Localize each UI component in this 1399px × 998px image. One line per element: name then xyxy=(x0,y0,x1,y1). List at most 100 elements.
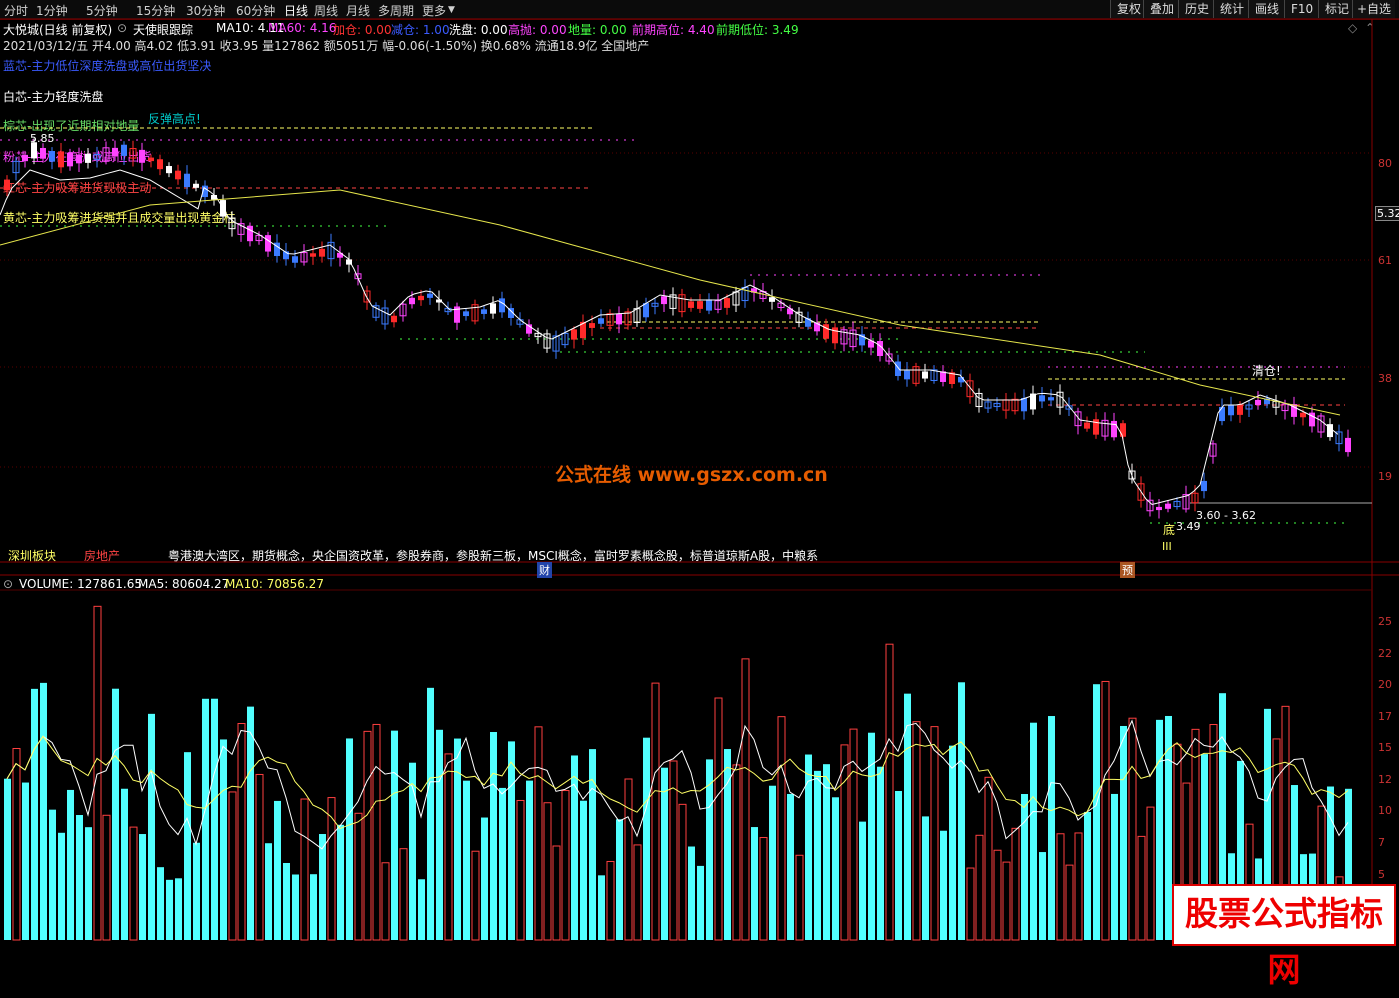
candle xyxy=(823,318,829,343)
volume-bar xyxy=(1011,827,1020,941)
block-label[interactable]: 深圳板块 xyxy=(8,547,56,563)
candle xyxy=(175,164,181,185)
candle xyxy=(1245,400,1253,418)
candle xyxy=(975,388,983,413)
volume-dropdown-icon[interactable]: ⊙ xyxy=(3,577,13,591)
candle xyxy=(543,329,551,353)
volume-bar xyxy=(310,874,317,940)
candle xyxy=(1291,396,1297,425)
candle xyxy=(930,365,938,384)
volume-bar xyxy=(849,728,858,941)
volume-bar xyxy=(265,843,272,940)
concepts-label: 粤港澳大湾区，期货概念，央企国资改革，参股券商，参股新三板，MSCI概念，富时罗… xyxy=(168,549,819,563)
volume-bar xyxy=(949,745,956,940)
volume-value: VOLUME: 127861.65 xyxy=(19,577,142,591)
volume-bar xyxy=(1156,719,1163,940)
volume-bar xyxy=(616,819,623,940)
volume-bar xyxy=(912,721,921,941)
volume-bar xyxy=(1120,725,1127,940)
candle xyxy=(228,211,236,237)
candle xyxy=(795,307,803,328)
sector-label[interactable]: 房地产 xyxy=(84,547,120,563)
vol-axis-label: 25 xyxy=(1378,615,1392,628)
candle xyxy=(121,141,127,165)
volume-bar xyxy=(966,867,975,941)
candle xyxy=(76,147,82,173)
candle xyxy=(940,365,946,387)
top-price-label: 5.85 xyxy=(30,132,55,145)
volume-bar xyxy=(580,800,587,940)
volume-bar xyxy=(49,809,56,940)
volume-bar xyxy=(22,782,29,940)
candle xyxy=(769,289,775,310)
candle xyxy=(22,150,28,168)
candle xyxy=(805,311,811,330)
candle xyxy=(454,302,460,330)
volume-bar xyxy=(354,812,363,941)
candle xyxy=(1048,388,1054,407)
volume-bar xyxy=(444,753,453,941)
volume-bar xyxy=(193,842,200,940)
volume-bar xyxy=(526,780,533,940)
candle xyxy=(157,154,163,176)
qingcang-label: 清仓! xyxy=(1252,364,1281,378)
candle xyxy=(40,143,46,163)
candle xyxy=(1191,485,1199,512)
candle xyxy=(166,162,172,178)
candle xyxy=(148,154,154,168)
candle xyxy=(1039,386,1045,409)
volume-bar xyxy=(534,726,543,941)
volume-bar xyxy=(292,874,299,940)
volume-bar xyxy=(1084,811,1091,940)
ma10-line xyxy=(0,169,1339,506)
volume-bar xyxy=(381,862,390,941)
cai-marker[interactable]: 财 xyxy=(537,562,552,578)
candle xyxy=(606,309,614,332)
candle xyxy=(624,308,632,330)
volume-bar xyxy=(121,788,128,940)
volume-bar xyxy=(516,799,525,941)
candle xyxy=(463,308,469,321)
volume-bar xyxy=(1137,835,1146,941)
volume-bar xyxy=(184,752,191,940)
volume-bar xyxy=(552,845,561,941)
candle xyxy=(669,287,677,316)
candle xyxy=(1111,412,1117,441)
iii-label: III xyxy=(1162,540,1172,553)
volume-bar xyxy=(895,790,902,940)
candle xyxy=(633,300,641,327)
volume-bar xyxy=(166,879,173,940)
volume-bar xyxy=(714,697,723,941)
candle xyxy=(904,361,910,387)
candle xyxy=(751,279,757,302)
candle xyxy=(12,156,20,181)
volume-bar xyxy=(40,682,47,940)
volume-bar xyxy=(274,800,281,940)
volume-bar xyxy=(589,749,596,940)
vol-axis-label: 12 xyxy=(1378,773,1392,786)
volume-bar xyxy=(678,803,687,941)
axis-label: 80 xyxy=(1378,157,1392,170)
candle xyxy=(552,330,560,359)
candle xyxy=(741,279,749,308)
candle xyxy=(859,326,865,352)
volume-bar xyxy=(787,793,794,940)
volume-ma10: MA10: 70856.27 xyxy=(225,577,324,591)
volume-bar xyxy=(661,767,668,940)
candle xyxy=(832,323,838,350)
volume-bar xyxy=(139,834,146,940)
candle xyxy=(1309,406,1315,433)
candle xyxy=(184,165,190,195)
candle xyxy=(139,142,145,172)
volume-bar xyxy=(418,879,425,940)
vol-axis-label: 20 xyxy=(1378,678,1392,691)
candle xyxy=(346,252,352,273)
candle xyxy=(1209,440,1217,464)
candle xyxy=(490,296,496,319)
candle xyxy=(1084,416,1090,432)
candle xyxy=(1335,424,1343,452)
candle xyxy=(85,148,91,169)
volume-bar xyxy=(85,827,92,940)
candle xyxy=(1228,396,1234,422)
yu-marker[interactable]: 预 xyxy=(1120,562,1135,578)
